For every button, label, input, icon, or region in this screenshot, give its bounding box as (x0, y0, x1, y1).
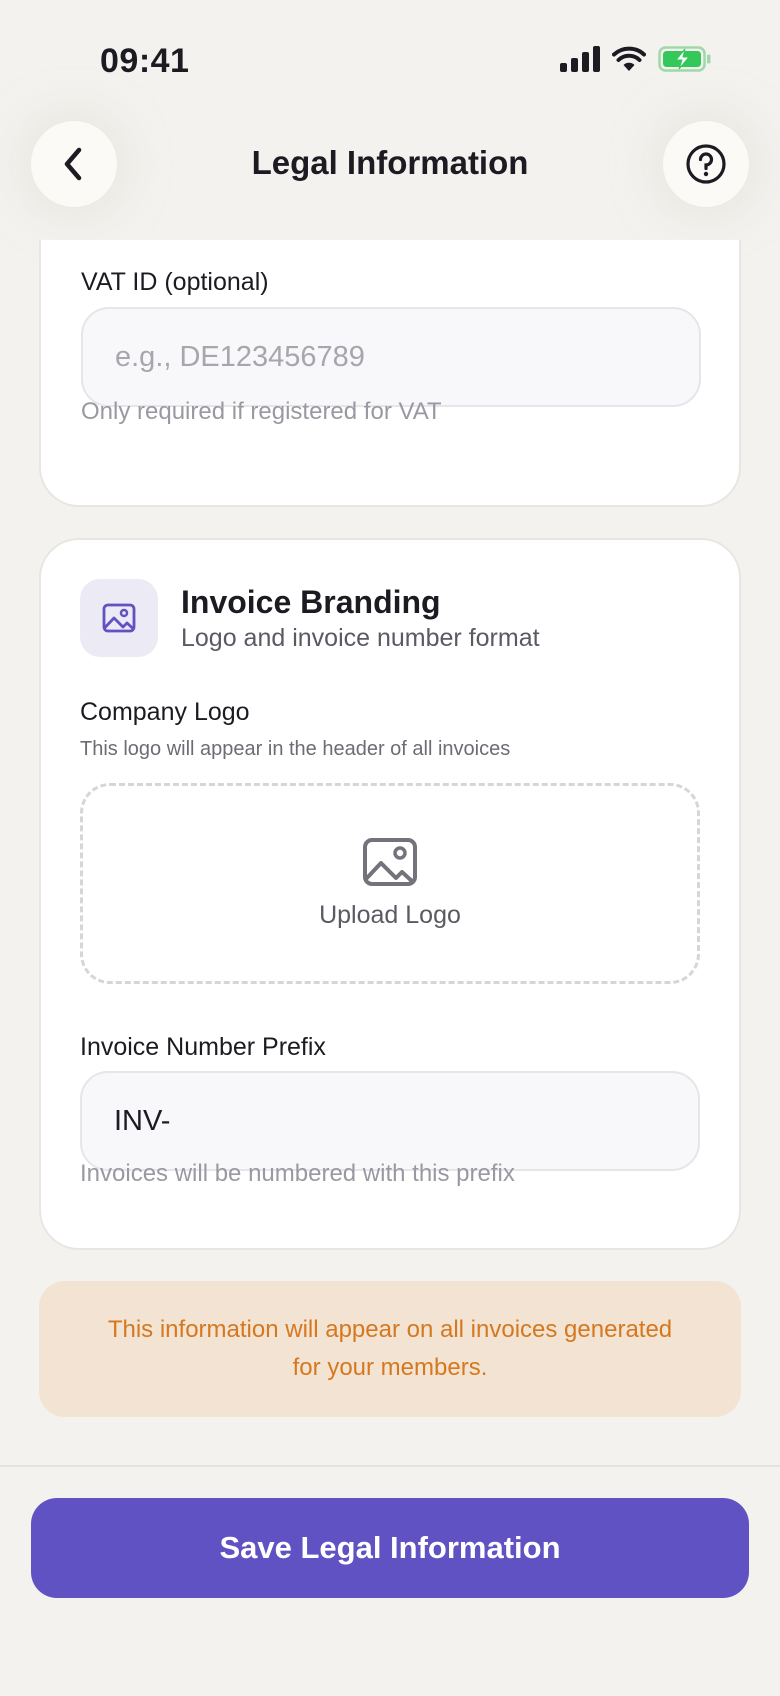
top-header: Legal Information (0, 110, 780, 240)
help-button[interactable] (663, 121, 749, 207)
vat-id-input[interactable] (81, 307, 701, 407)
business-details-card: VAT ID (optional) Only required if regis… (39, 240, 741, 507)
cellular-signal-icon (560, 46, 600, 72)
vat-id-hint: Only required if registered for VAT (81, 398, 442, 425)
status-bar: 09:41 (0, 0, 780, 110)
branding-subtitle: Logo and invoice number format (181, 624, 540, 652)
invoice-prefix-label: Invoice Number Prefix (80, 1033, 326, 1061)
vat-id-label: VAT ID (optional) (81, 268, 269, 296)
branding-title: Invoice Branding (181, 584, 441, 620)
upload-logo-label: Upload Logo (319, 901, 461, 929)
invoice-branding-card: Invoice Branding Logo and invoice number… (39, 538, 741, 1250)
branding-icon-box (80, 579, 158, 657)
footer-divider (0, 1465, 780, 1467)
invoice-prefix-hint: Invoices will be numbered with this pref… (80, 1160, 515, 1187)
info-notice: This information will appear on all invo… (39, 1281, 741, 1417)
image-icon (363, 838, 417, 886)
upload-logo-dropzone[interactable]: Upload Logo (80, 783, 700, 984)
status-icons (560, 46, 712, 72)
legal-information-screen: 09:41 Legal Information VAT ID (optional… (0, 0, 780, 1696)
help-circle-icon (686, 144, 726, 184)
image-icon (102, 603, 136, 633)
company-logo-hint: This logo will appear in the header of a… (80, 738, 511, 760)
invoice-prefix-input[interactable] (80, 1071, 700, 1171)
save-legal-information-button[interactable]: Save Legal Information (31, 1498, 749, 1598)
info-notice-text: This information will appear on all invo… (107, 1316, 673, 1381)
battery-charging-icon (658, 46, 711, 72)
scroll-content[interactable]: VAT ID (optional) Only required if regis… (0, 240, 780, 1465)
status-time: 09:41 (100, 42, 190, 80)
company-logo-label: Company Logo (80, 698, 250, 726)
wifi-icon (612, 46, 646, 71)
